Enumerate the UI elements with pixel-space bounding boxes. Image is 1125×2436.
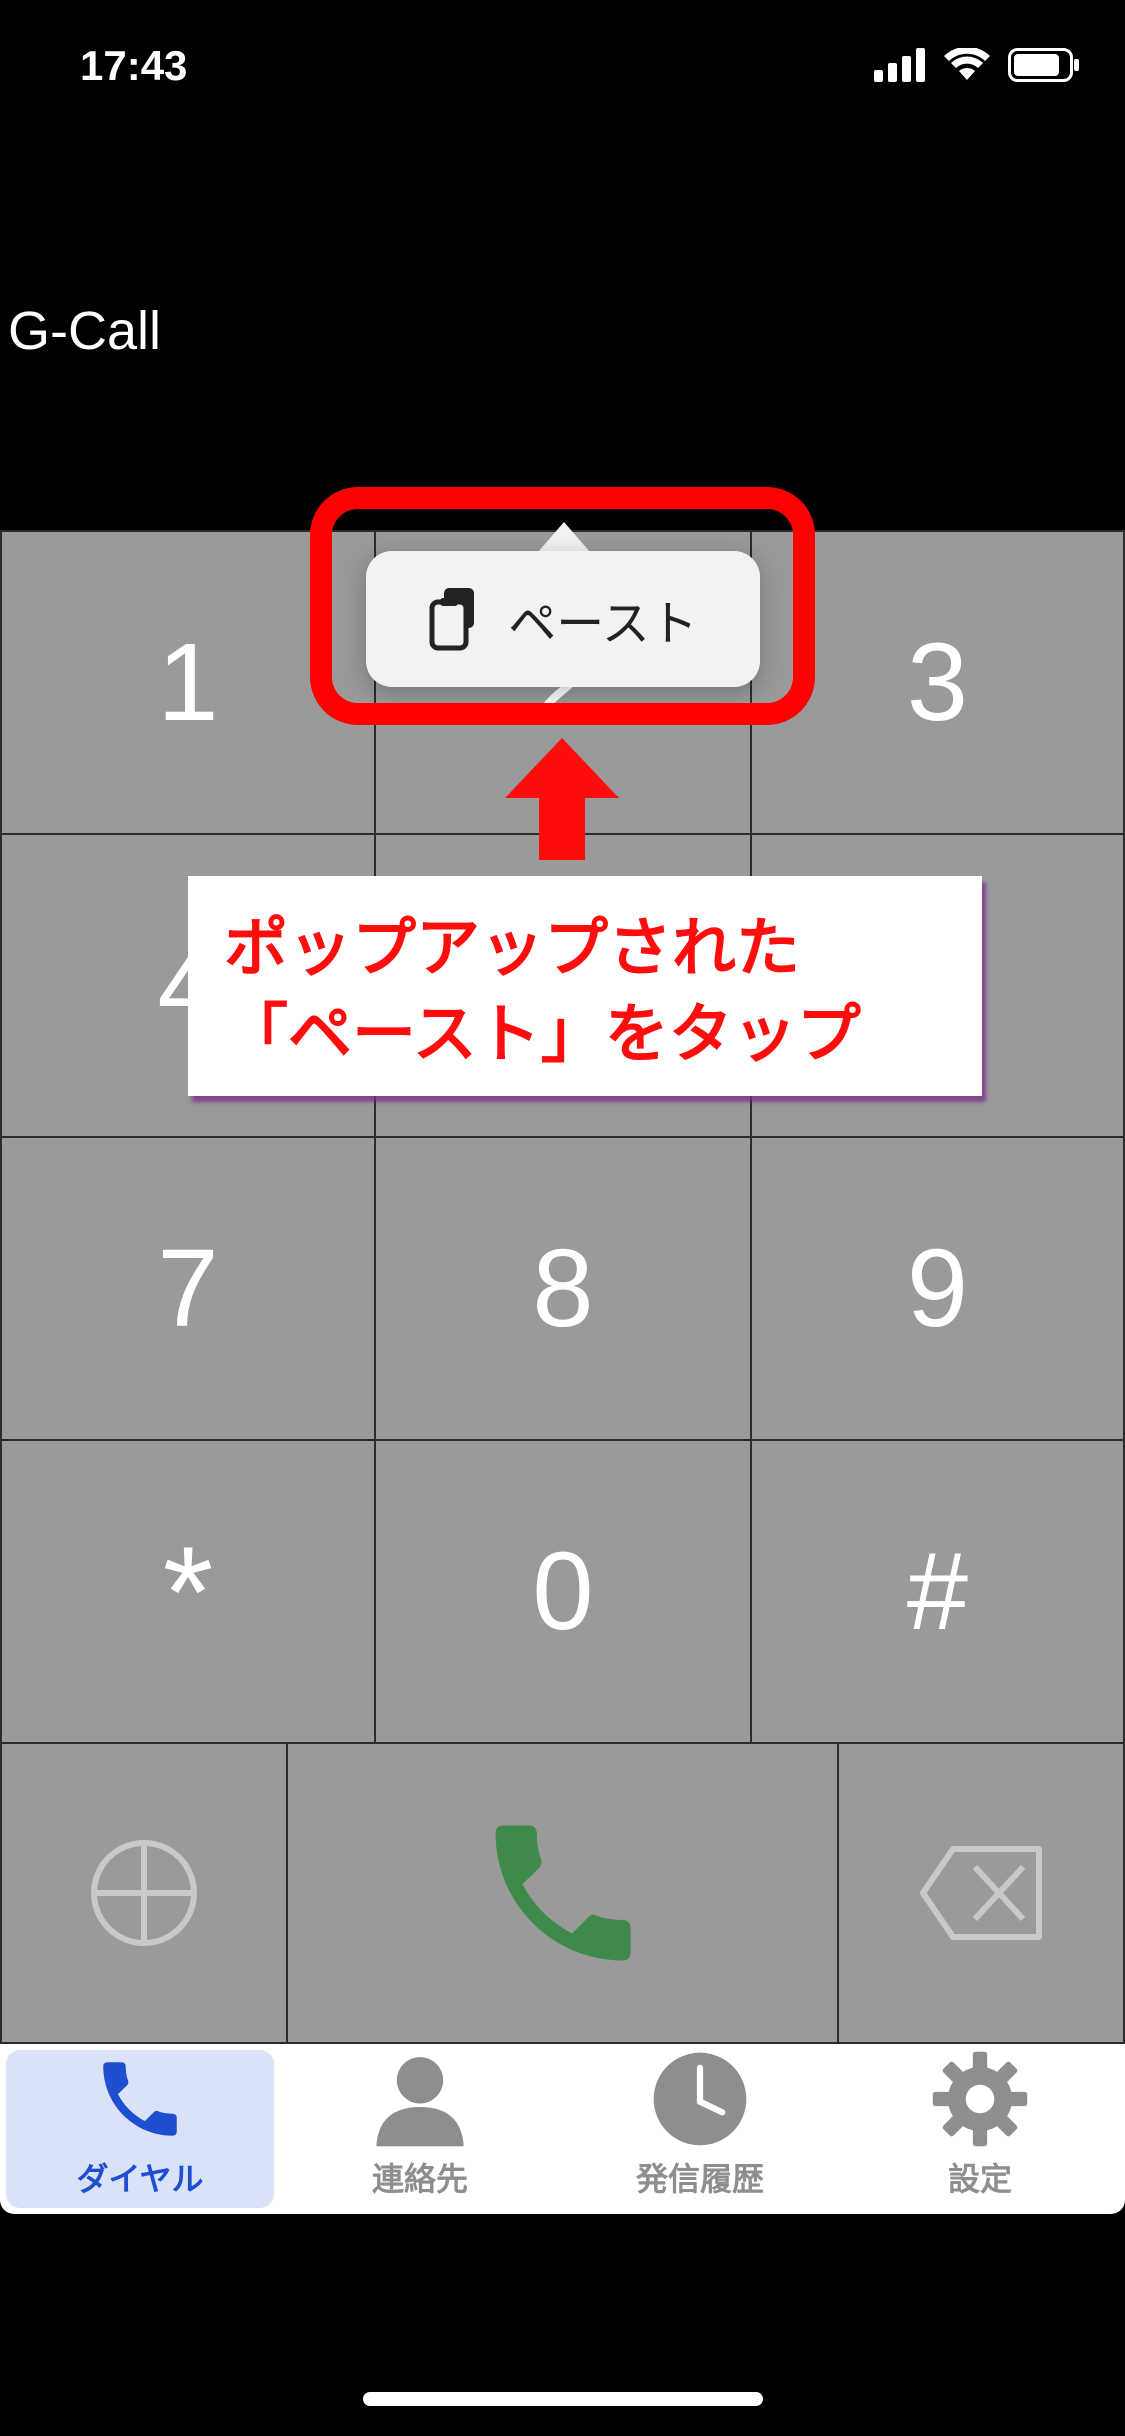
wifi-icon bbox=[944, 48, 990, 80]
backspace-button[interactable] bbox=[837, 1742, 1125, 2044]
annotation-box: ポップアップされた 「ペースト」をタップ bbox=[188, 876, 982, 1096]
tab-settings[interactable]: 設定 bbox=[846, 2050, 1114, 2208]
call-icon bbox=[495, 1825, 630, 1961]
tab-dial-label: ダイヤル bbox=[76, 2160, 204, 2198]
home-indicator[interactable] bbox=[363, 2392, 763, 2406]
gear-icon bbox=[932, 2051, 1028, 2147]
contact-icon bbox=[376, 2057, 464, 2147]
phone-icon bbox=[103, 2062, 177, 2136]
tab-settings-label: 設定 bbox=[947, 2160, 1012, 2198]
status-icons bbox=[874, 48, 1080, 82]
tab-dial[interactable]: ダイヤル bbox=[6, 2050, 274, 2208]
tab-bar: ダイヤル 連絡先 発信履歴 設定 bbox=[0, 2044, 1125, 2214]
tab-history[interactable]: 発信履歴 bbox=[566, 2050, 834, 2208]
signal-icon bbox=[874, 48, 925, 82]
battery-icon bbox=[1008, 48, 1079, 82]
backspace-icon bbox=[920, 1846, 1042, 1940]
highlight-box bbox=[310, 487, 815, 725]
add-button[interactable] bbox=[0, 1742, 288, 2044]
annotation-line-1: ポップアップされた bbox=[224, 912, 800, 986]
tab-contacts-label: 連絡先 bbox=[371, 2160, 468, 2198]
call-button[interactable] bbox=[286, 1742, 839, 2044]
app-title: G-Call bbox=[8, 301, 162, 361]
tab-history-label: 発信履歴 bbox=[635, 2160, 764, 2198]
key-hash[interactable]: # bbox=[750, 1439, 1125, 1744]
key-7[interactable]: 7 bbox=[0, 1136, 376, 1441]
annotation-line-2: 「ペースト」をタップ bbox=[224, 998, 861, 1072]
status-bar: 17:43 bbox=[0, 0, 1125, 140]
key-8[interactable]: 8 bbox=[374, 1136, 752, 1441]
key-0[interactable]: 0 bbox=[374, 1439, 752, 1744]
status-time: 17:43 bbox=[80, 42, 188, 89]
tab-contacts[interactable]: 連絡先 bbox=[286, 2050, 554, 2208]
clock-icon bbox=[653, 2052, 747, 2146]
add-icon bbox=[91, 1840, 197, 1946]
key-9[interactable]: 9 bbox=[750, 1136, 1125, 1441]
pointer-arrow-icon bbox=[505, 738, 619, 860]
key-star[interactable]: * bbox=[0, 1439, 376, 1744]
